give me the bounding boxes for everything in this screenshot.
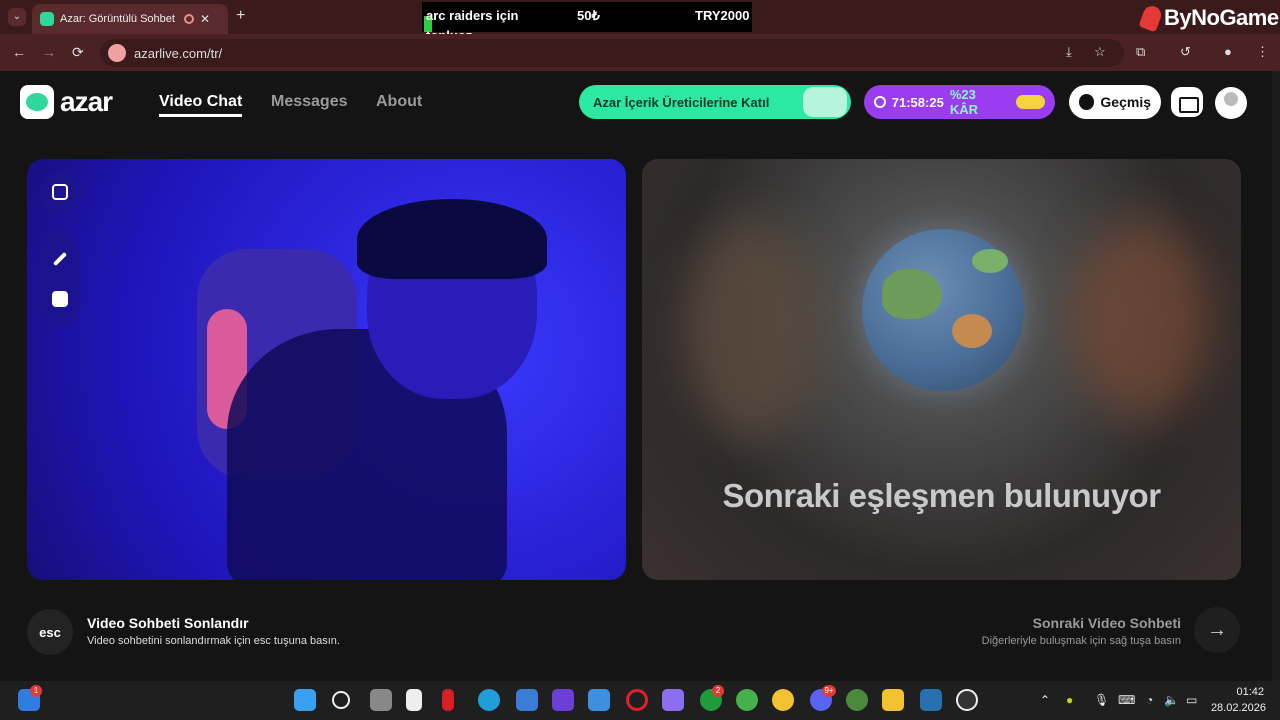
task-view-icon[interactable] (370, 689, 392, 711)
minimize-icon[interactable] (40, 172, 80, 212)
shop-icon[interactable] (1171, 87, 1203, 117)
finding-match-text: Sonraki eşleşmen bulunuyor (722, 477, 1161, 514)
edge-icon[interactable] (478, 689, 500, 711)
tray-chevron-icon[interactable]: ⌃ (1040, 693, 1050, 707)
tray-app-icon[interactable]: ● (1066, 693, 1073, 707)
search-icon[interactable] (332, 691, 350, 709)
reload-button[interactable]: ⟳ (72, 44, 84, 61)
new-tab-button[interactable]: + (236, 7, 245, 25)
overlay-price1: 50₺ (577, 8, 600, 23)
bynogame-wordmark: ByNoGame (1164, 5, 1279, 30)
promo-timer: 71:58:25 (891, 94, 944, 110)
notepad-icon[interactable] (406, 689, 422, 711)
url-text: azarlive.com/tr/ (134, 45, 223, 61)
stream-overlay: arc raiders için topluoz 50₺ TRY2000 (422, 2, 752, 43)
end-chat-hint: Video sohbetini sonlandırmak için esc tu… (87, 635, 340, 647)
history-button[interactable]: Geçmiş (1069, 85, 1161, 119)
next-chat-title: Sonraki Video Sohbeti (1032, 615, 1181, 631)
opera-icon[interactable] (626, 689, 648, 711)
history-label: Geçmiş (1100, 94, 1151, 110)
remote-video: Sonraki eşleşmen bulunuyor (642, 159, 1241, 580)
obs-icon[interactable] (956, 689, 978, 711)
local-video (27, 159, 626, 580)
app-icon[interactable] (552, 689, 574, 711)
browser-tab[interactable]: Azar: Görüntülü Sohbet & Vi ✕ (32, 4, 228, 34)
utorrent-icon[interactable] (736, 689, 758, 711)
coins-icon (1015, 95, 1045, 109)
globe-icon (862, 229, 1024, 391)
azar-favicon-icon (40, 12, 54, 26)
chrome-icon[interactable] (772, 689, 794, 711)
next-chat-button[interactable]: → (1194, 607, 1240, 653)
install-icon[interactable]: ⤓ (1066, 44, 1072, 60)
azar-logo[interactable]: azar (20, 85, 113, 119)
recording-icon (184, 14, 194, 24)
copilot-icon[interactable] (662, 689, 684, 711)
promo-discount: %23 KÂR (949, 87, 978, 117)
battery-icon[interactable]: ▭ (1186, 693, 1197, 707)
profile-avatar-icon[interactable]: ● (1224, 44, 1232, 59)
bynogame-mark-icon (1138, 3, 1164, 33)
overlay-price2: TRY2000 (695, 8, 750, 23)
tab-title: Azar: Görüntülü Sohbet & Vi (60, 13, 178, 25)
discord-badge: 9+ (822, 685, 836, 697)
back-button[interactable]: ← (12, 44, 26, 60)
blur-shape (682, 219, 822, 439)
minimize-control (40, 172, 80, 212)
wifi-icon[interactable]: ◔ (1146, 693, 1153, 707)
tab-search-button[interactable]: ⌄ (8, 8, 26, 26)
nav-messages[interactable]: Messages (271, 93, 348, 111)
tab-close-button[interactable]: ✕ (200, 12, 210, 26)
file-explorer-icon[interactable] (882, 689, 904, 711)
user-avatar-icon[interactable] (1215, 87, 1247, 119)
magic-wand-icon[interactable] (40, 239, 80, 279)
volume-icon[interactable]: 🔈 (1164, 693, 1179, 707)
clock-time[interactable]: 01:42 (1230, 686, 1264, 698)
xbox-badge: 2 (712, 685, 724, 697)
azar-page: azar Video Chat Messages About Azar İçer… (0, 71, 1272, 681)
app-icon[interactable] (920, 689, 942, 711)
address-bar[interactable]: azarlive.com/tr/ (100, 39, 1124, 67)
creator-join-label: Azar İçerik Üreticilerine Katıl (593, 94, 770, 110)
forward-button[interactable]: → (42, 44, 56, 60)
widgets-badge: 1 (30, 685, 42, 697)
bookmark-star-icon[interactable]: ☆ (1094, 44, 1106, 60)
azar-logo-icon (20, 85, 54, 119)
history-clock-icon (1079, 94, 1095, 110)
browser-navbar: ← → ⟳ azarlive.com/tr/ ⤓ ☆ ⧉ ↺ ● ⋮ (0, 34, 1280, 71)
windows-taskbar: 1 2 9+ ⌃ ● 🎙 ⌨ ◔ 🔈 ▭ 01:42 28.02.2026 (0, 681, 1280, 720)
microphone-icon[interactable]: 🎙 (1094, 693, 1109, 707)
end-chat-button[interactable]: esc (27, 609, 73, 655)
azar-wordmark: azar (60, 86, 113, 117)
creator-illustration-icon (803, 87, 847, 117)
blur-shape (1072, 219, 1212, 419)
person-hair (357, 199, 547, 279)
next-chat-hint: Diğerleriyle buluşmak için sağ tuşa bası… (981, 635, 1181, 647)
promo-timer-button[interactable]: 71:58:25 %23 KÂR (864, 85, 1055, 119)
site-info-icon[interactable] (108, 44, 126, 62)
creator-join-button[interactable]: Azar İçerik Üreticilerine Katıl (579, 85, 851, 119)
effects-controls (40, 231, 80, 327)
page-scrollbar[interactable] (1272, 71, 1280, 681)
nav-about[interactable]: About (376, 93, 422, 111)
chrome-active-icon[interactable] (846, 689, 868, 711)
browser-menu-icon[interactable]: ⋮ (1256, 44, 1269, 60)
bynogame-logo: ByNoGame (1138, 3, 1279, 33)
nav-video-chat[interactable]: Video Chat (159, 93, 243, 117)
clock-date[interactable]: 28.02.2026 (1210, 702, 1266, 714)
browser-titlebar: ⌄ Azar: Görüntülü Sohbet & Vi ✕ + arc ra… (0, 0, 1280, 43)
overlay-line1: arc raiders için (426, 8, 519, 23)
timer-clock-icon (874, 96, 886, 108)
app-icon[interactable] (516, 689, 538, 711)
end-chat-title: Video Sohbeti Sonlandır (87, 615, 249, 631)
keyboard-icon[interactable]: ⌨ (1118, 693, 1135, 707)
netflix-icon[interactable] (442, 689, 454, 711)
history-icon[interactable]: ↺ (1180, 44, 1191, 60)
store-icon[interactable] (588, 689, 610, 711)
start-icon[interactable] (294, 689, 316, 711)
extensions-icon[interactable]: ⧉ (1136, 44, 1145, 60)
face-filter-icon[interactable] (40, 279, 80, 319)
